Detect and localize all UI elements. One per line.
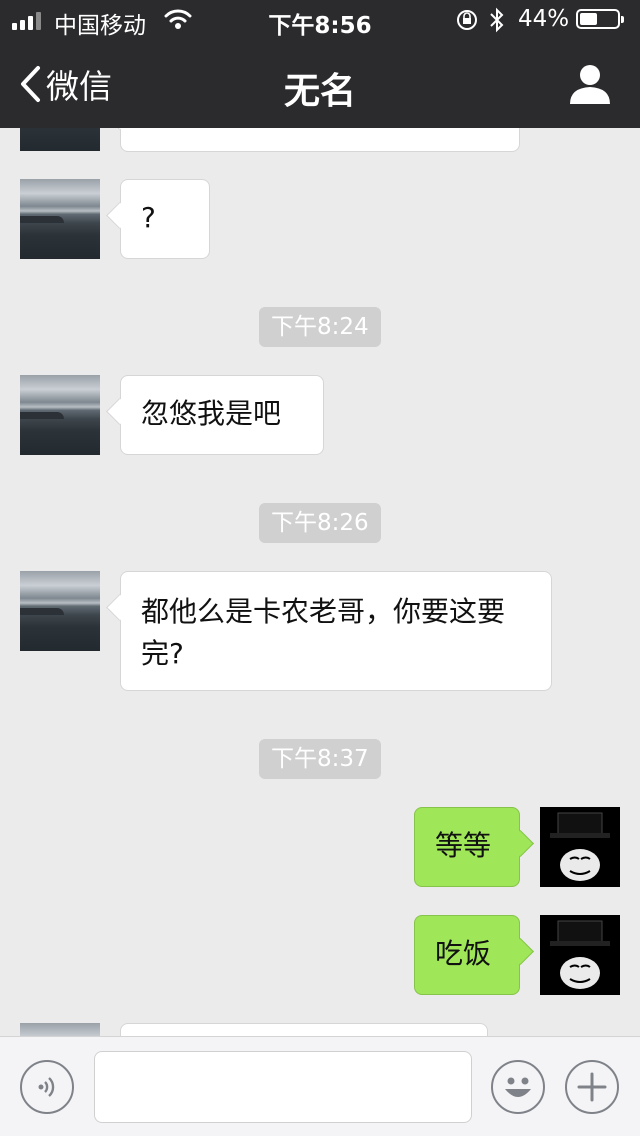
timestamp: 下午8:37 <box>259 739 381 779</box>
emoji-icon <box>505 1077 531 1097</box>
mask-avatar-icon <box>540 807 620 887</box>
voice-button[interactable] <box>20 1060 74 1114</box>
my-avatar[interactable] <box>540 807 620 887</box>
message-bubble-incoming[interactable]: ? <box>120 179 210 259</box>
message-text: ? <box>141 201 156 234</box>
contact-avatar[interactable] <box>20 375 100 455</box>
message-text: 都他么是卡农老哥，你要这要完? <box>141 595 506 670</box>
contact-avatar[interactable] <box>20 179 100 259</box>
battery-icon <box>576 9 624 29</box>
message-bubble-outgoing[interactable]: 等等 <box>414 807 520 887</box>
voice-icon <box>38 1077 55 1097</box>
bluetooth-icon <box>490 7 504 33</box>
rotation-lock-icon <box>457 10 477 30</box>
chevron-left-icon <box>21 66 40 102</box>
message-text: 等等 <box>435 829 492 862</box>
status-bar: 中国移动 下午8:56 44% <box>0 0 640 40</box>
message-text: 吃饭 <box>435 937 492 970</box>
timestamp: 下午8:26 <box>259 503 381 543</box>
message-bubble-incoming[interactable] <box>120 1023 488 1036</box>
back-button[interactable]: 微信 <box>18 62 112 106</box>
person-icon <box>570 65 610 104</box>
message-bubble-incoming[interactable]: 忽悠我是吧 <box>120 375 324 455</box>
message-bubble-outgoing[interactable]: 吃饭 <box>414 915 520 995</box>
mask-avatar-icon <box>540 915 620 995</box>
contact-avatar[interactable] <box>20 1023 100 1036</box>
chat-area[interactable]: ? 下午8:24 忽悠我是吧 下午8:26 都他么是卡农老哥，你要这要完? 下午… <box>0 0 640 1036</box>
my-avatar[interactable] <box>540 915 620 995</box>
emoji-button[interactable] <box>491 1060 545 1114</box>
input-bar <box>0 1036 640 1136</box>
message-bubble-incoming[interactable]: 都他么是卡农老哥，你要这要完? <box>120 571 552 691</box>
contact-avatar[interactable] <box>20 571 100 651</box>
navigation-header: 中国移动 下午8:56 44% 微信 无名 <box>0 0 640 128</box>
chat-title: 无名 <box>283 71 356 112</box>
plus-icon <box>577 1072 607 1102</box>
timestamp: 下午8:24 <box>259 307 381 347</box>
back-label: 微信 <box>46 67 112 106</box>
battery-percent: 44% <box>518 6 570 32</box>
message-input[interactable] <box>94 1051 472 1123</box>
more-button[interactable] <box>565 1060 619 1114</box>
message-text: 忽悠我是吧 <box>141 397 282 430</box>
chat-info-button[interactable] <box>566 62 614 106</box>
